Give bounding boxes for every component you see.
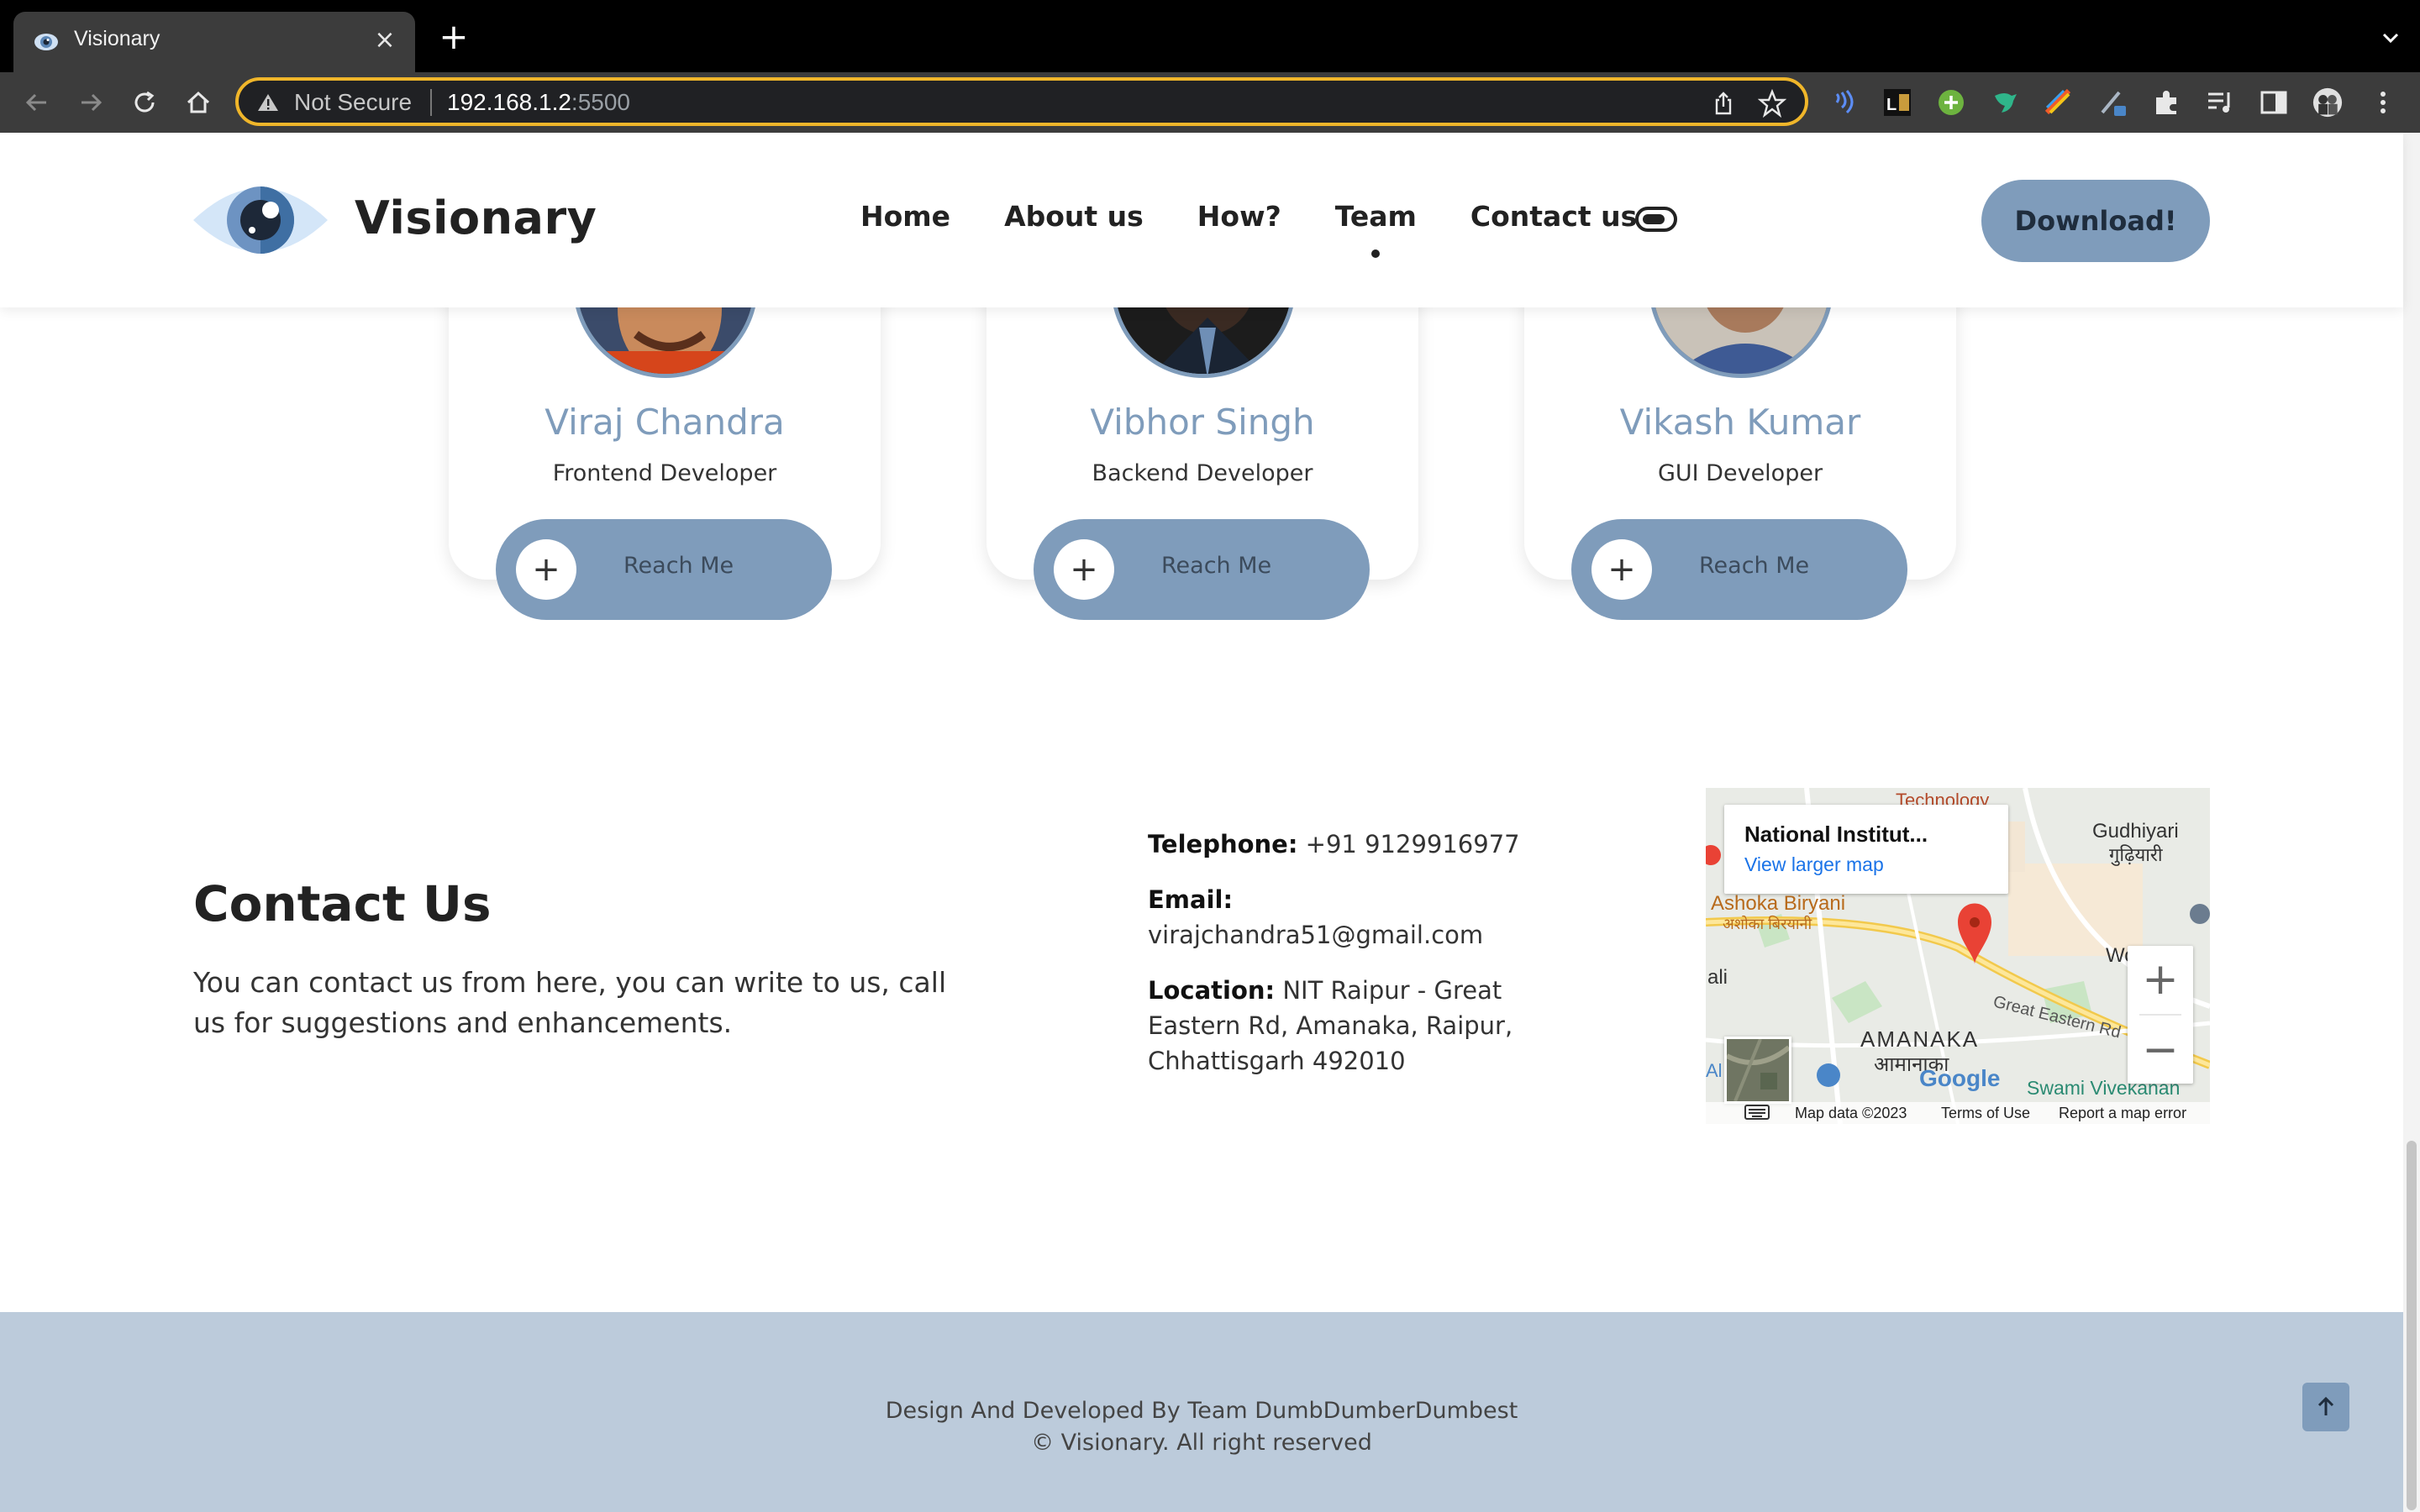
keyboard-icon[interactable] [1744,1105,1770,1124]
view-larger-map-link[interactable]: View larger map [1744,853,1884,876]
color-picker-extension-icon[interactable] [2044,87,2074,118]
map-data-text: Map data ©2023 [1795,1105,1907,1121]
arrow-up-icon [2317,1396,2334,1415]
reach-me-button[interactable]: + Reach Me [1034,519,1370,620]
nav-about-us[interactable]: About us [1004,200,1144,233]
reach-me-button[interactable]: + Reach Me [1571,519,1907,620]
map-label: Gudhiyari [2092,820,2179,843]
browser-tab-strip: Visionary × + [0,0,2420,72]
nav-how[interactable]: How? [1197,200,1281,233]
main-nav: Home About us How? Team Contact us [860,200,1637,233]
bird-extension-icon[interactable] [1990,87,2020,118]
new-tab-icon[interactable]: + [437,19,471,55]
map-label: ali [1707,966,1728,989]
contact-description: You can contact us from here, you can wr… [193,966,947,1039]
scroll-to-top-button[interactable] [2302,1383,2349,1431]
svg-text:L: L [1886,96,1897,114]
url-host: 192.168.1.2 [447,89,571,115]
tab-title: Visionary [74,27,160,50]
map-place-card: National Institut... View larger map [1724,805,2008,894]
location-info: Location: NIT Raipur - Great Eastern Rd,… [1148,973,1526,1079]
home-icon[interactable] [180,84,217,121]
plus-icon: + [516,539,576,600]
divider [2139,1014,2181,1016]
lighthouse-extension-icon[interactable]: L [1882,87,1912,118]
back-arrow-icon[interactable] [18,84,55,121]
page-scrollbar[interactable] [2403,133,2420,1512]
zoom-out-button[interactable]: − [2128,1016,2193,1084]
bookmark-star-icon[interactable] [1757,88,1787,118]
audio-extension-icon[interactable] [1828,87,1859,118]
email-info: Email: virajchandra51@gmail.com [1148,882,1483,953]
member-name: Vikash Kumar [1619,402,1861,443]
add-extension-icon[interactable] [1936,87,1966,118]
reach-me-button[interactable]: + Reach Me [496,519,832,620]
member-role: Frontend Developer [552,460,777,486]
warning-icon[interactable] [257,92,279,113]
terms-of-use-link[interactable]: Terms of Use [1941,1105,2030,1122]
site-footer: Design And Developed By Team DumbDumberD… [0,1312,2403,1512]
url-port: :5500 [571,89,630,115]
zoom-in-button[interactable]: + [2128,946,2193,1013]
browser-menu-icon[interactable] [2368,87,2398,118]
member-name: Vibhor Singh [1090,402,1315,443]
embedded-map[interactable]: Technology Gudhiyari गुढ़ियारी Ashoka Bi… [1706,788,2210,1124]
email-value[interactable]: virajchandra51@gmail.com [1148,921,1483,949]
security-status-label[interactable]: Not Secure [294,89,412,116]
map-attribution-bar: Map data ©2023 Terms of Use Report a map… [1706,1102,2210,1124]
satellite-layer-button[interactable] [1724,1037,1791,1104]
report-map-error-link[interactable]: Report a map error [2059,1105,2186,1122]
puzzle-extensions-icon[interactable] [2151,87,2181,118]
member-role: Backend Developer [1092,460,1313,486]
reach-me-label: Reach Me [1699,553,1810,579]
profile-avatar-icon[interactable] [2312,87,2343,118]
map-label: Ashoka Biryani [1711,892,1846,915]
telephone-value[interactable]: +91 9129916977 [1306,830,1520,858]
eye-favicon-icon [34,30,59,54]
map-label: गुढ़ियारी [2109,844,2163,865]
scrollbar-thumb[interactable] [2407,1141,2417,1510]
side-panel-icon[interactable] [2259,87,2289,118]
close-tab-icon[interactable]: × [368,24,402,57]
email-label: Email: [1148,885,1234,914]
footer-credit: Design And Developed By Team DumbDumberD… [885,1398,1518,1424]
member-name: Viraj Chandra [544,402,785,443]
pen-extension-icon[interactable] [2097,87,2128,118]
plus-icon: + [1591,539,1652,600]
footer-copyright: © Visionary. All right reserved [1031,1430,1372,1456]
web-page: Viraj Chandra Frontend Developer + Reach… [0,133,2420,1512]
nav-contact-us[interactable]: Contact us [1470,200,1637,233]
google-logo: Google [1919,1065,2001,1091]
location-label: Location: [1148,976,1276,1005]
telephone-info: Telephone: +91 9129916977 [1148,827,1520,862]
download-button[interactable]: Download! [1981,180,2210,262]
map-label: Al [1706,1060,1723,1081]
brand-name[interactable]: Visionary [355,192,597,244]
eye-logo-icon[interactable] [192,173,329,267]
map-label: अशोका बिरयानी [1723,916,1812,932]
divider [430,89,432,116]
address-bar[interactable]: Not Secure 192.168.1.2:5500 [235,77,1808,126]
site-header: Visionary Home About us How? Team Contac… [0,133,2403,307]
browser-tab[interactable]: Visionary × [13,12,415,72]
contact-heading: Contact Us [193,875,492,932]
url-text[interactable]: 192.168.1.2:5500 [447,89,630,116]
nav-home[interactable]: Home [860,200,950,233]
forward-arrow-icon[interactable] [72,84,109,121]
browser-toolbar: Not Secure 192.168.1.2:5500 L [0,72,2420,133]
share-icon[interactable] [1711,91,1736,116]
plus-icon: + [1054,539,1114,600]
map-zoom-controls: + − [2128,946,2193,1084]
nav-team[interactable]: Team [1335,200,1417,233]
theme-toggle-icon[interactable] [1635,207,1677,232]
telephone-label: Telephone: [1148,830,1298,858]
reach-me-label: Reach Me [623,553,734,579]
reload-icon[interactable] [126,84,163,121]
member-role: GUI Developer [1657,460,1823,486]
reach-me-label: Reach Me [1161,553,1272,579]
chevron-down-icon[interactable] [2378,25,2403,50]
media-control-icon[interactable] [2205,87,2235,118]
map-label: AMANAKA [1860,1026,1980,1052]
map-place-title: National Institut... [1744,822,1928,847]
